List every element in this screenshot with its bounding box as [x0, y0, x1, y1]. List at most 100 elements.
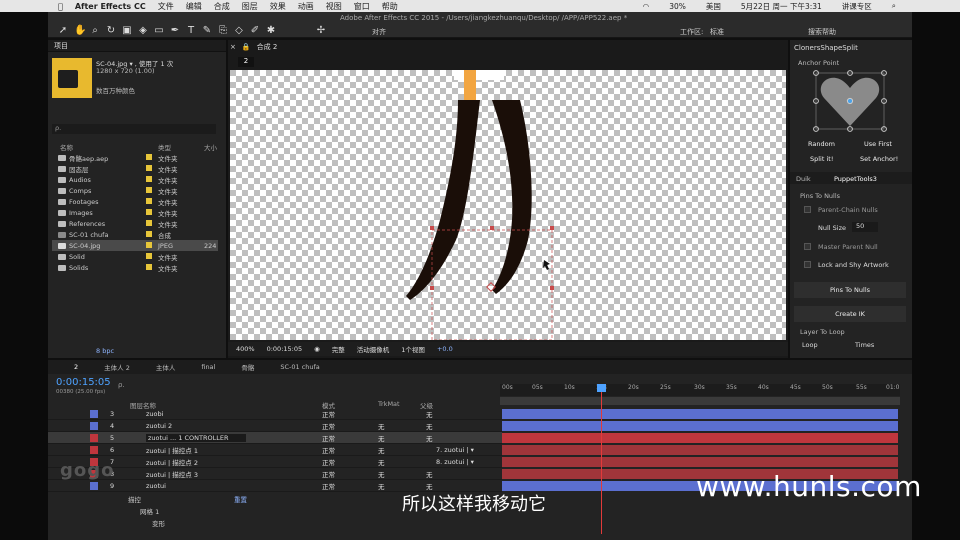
roto-tool-icon[interactable]: ✐ — [250, 26, 260, 36]
col-type[interactable]: 类型 — [158, 142, 171, 152]
layer-trkmat[interactable]: 无 — [378, 457, 385, 467]
create-ik-button[interactable]: Create IK — [794, 306, 906, 322]
layer-label-color[interactable] — [90, 481, 98, 490]
layer-parent[interactable]: 无 — [426, 481, 433, 491]
pen-tool-icon[interactable]: ✒ — [170, 26, 180, 36]
tab-puppettools[interactable]: PuppetTools3 — [834, 175, 877, 183]
search-icon[interactable]: ⌕ — [892, 1, 896, 11]
project-item-selected[interactable]: SC-04.jpg JPEG 224 — [52, 240, 218, 251]
playhead-handle[interactable] — [597, 384, 606, 392]
wifi-icon[interactable]: ◠ — [643, 2, 650, 11]
project-item[interactable]: Images 文件夹 — [52, 207, 218, 218]
layer-parent[interactable]: 无 — [426, 421, 433, 431]
layer-label-color[interactable] — [90, 433, 98, 442]
brush-tool-icon[interactable]: ✎ — [202, 26, 212, 36]
locale-label[interactable]: 美国 — [706, 1, 721, 12]
master-parent-checkbox[interactable] — [804, 243, 811, 250]
handle-tl[interactable] — [430, 226, 434, 230]
clone-tool-icon[interactable]: ⎘ — [218, 26, 228, 36]
comp-artwork[interactable] — [230, 70, 786, 340]
tab-sc01[interactable]: SC-01 chufa — [280, 363, 319, 371]
parent-chain-checkbox[interactable] — [804, 206, 811, 213]
layer-mode[interactable]: 正常 — [322, 469, 335, 479]
layer-parent[interactable]: 8. zuotui | ▾ — [436, 458, 474, 466]
layer-name[interactable]: zuobi — [146, 410, 246, 418]
col-trkmat[interactable]: TrkMat — [378, 400, 400, 408]
layer-row[interactable]: 4 zuotui 2 正常 无 无 — [48, 420, 502, 432]
layer-trkmat[interactable]: 无 — [378, 433, 385, 443]
layer-mode[interactable]: 正常 — [322, 481, 335, 491]
exposure-value[interactable]: +0.0 — [437, 345, 453, 353]
eraser-tool-icon[interactable]: ◇ — [234, 26, 244, 36]
project-tab[interactable]: 项目 — [54, 41, 68, 51]
comp-badge[interactable]: 2 — [238, 57, 254, 67]
reset-link[interactable]: 重置 — [234, 494, 247, 504]
tab-bones[interactable]: 骨骼 — [241, 362, 254, 372]
mesh-row[interactable]: 网格 1 — [140, 506, 159, 516]
camera-select[interactable]: 活动摄像机 — [357, 344, 390, 354]
layer-mode[interactable]: 正常 — [322, 433, 335, 443]
tab-main-2[interactable]: 主体人 2 — [104, 362, 130, 372]
comp-tab[interactable]: 合成 2 — [257, 42, 278, 52]
layer-row[interactable]: 7 zuotui | 描控点 2 正常 无 8. zuotui | ▾ — [48, 456, 502, 468]
handle-ml[interactable] — [430, 286, 434, 290]
menu-view[interactable]: 视图 — [326, 1, 342, 12]
project-item[interactable]: Audios 文件夹 — [52, 174, 218, 185]
layer-bar[interactable] — [502, 421, 898, 431]
layer-row[interactable]: 6 zuotui | 描控点 1 正常 无 7. zuotui | ▾ — [48, 444, 502, 456]
layer-trkmat[interactable]: 无 — [378, 481, 385, 491]
layer-bar[interactable] — [502, 457, 898, 467]
layer-bar[interactable] — [502, 445, 898, 455]
layer-mode[interactable]: 正常 — [322, 409, 335, 419]
views-select[interactable]: 1个视图 — [401, 344, 425, 354]
timeline-timecode[interactable]: 0:00:15:05 — [56, 377, 111, 388]
bpc-label[interactable]: 8 bpc — [96, 347, 114, 355]
tab-duik[interactable]: Duik — [796, 175, 811, 183]
layer-name[interactable]: zuotui 2 — [146, 422, 246, 430]
layer-parent[interactable]: 无 — [426, 469, 433, 479]
lock-icon[interactable]: 🔒 — [242, 43, 251, 51]
apple-icon[interactable]:  — [58, 2, 63, 11]
layer-mode[interactable]: 正常 — [322, 457, 335, 467]
close-icon[interactable]: × — [230, 43, 236, 51]
pins-to-nulls-button[interactable]: Pins To Nulls — [794, 282, 906, 298]
layer-name[interactable]: zuotui | 描控点 1 — [146, 445, 246, 455]
timeline-search-icon[interactable]: ρ. — [118, 381, 125, 389]
project-item[interactable]: 骨骼aep.aep 文件夹 — [52, 152, 218, 163]
layer-bar[interactable] — [502, 433, 898, 443]
camera-tool-icon[interactable]: ▣ — [122, 26, 132, 36]
help-search[interactable]: 搜索帮助 — [808, 27, 836, 37]
menu-help[interactable]: 帮助 — [382, 1, 398, 12]
loop-label[interactable]: Loop — [802, 341, 818, 349]
layer-name[interactable]: zuotui — [146, 482, 246, 490]
workspace-select[interactable]: 标准 — [710, 27, 724, 37]
resolution-select[interactable]: 完整 — [332, 344, 345, 354]
col-size[interactable]: 大小 — [204, 142, 217, 152]
project-item[interactable]: Solid 文件夹 — [52, 251, 218, 262]
layer-trkmat[interactable]: 无 — [378, 445, 385, 455]
layer-label-color[interactable] — [90, 409, 98, 418]
anchor-point-widget[interactable] — [812, 70, 888, 132]
layer-row-selected[interactable]: 5 zuotui ... 1 CONTROLLER 正常 无 无 — [48, 432, 502, 444]
menu-animation[interactable]: 动画 — [298, 1, 314, 12]
layer-trkmat[interactable]: 无 — [378, 421, 385, 431]
datetime-label[interactable]: 5月22日 周一 下午3:31 — [741, 1, 822, 12]
layer-name[interactable]: zuotui | 描控点 3 — [146, 469, 246, 479]
hand-tool-icon[interactable]: ✋ — [74, 26, 86, 36]
layer-mode[interactable]: 正常 — [322, 421, 335, 431]
layer-label-color[interactable] — [90, 445, 98, 454]
layer-row[interactable]: 8 zuotui | 描控点 3 正常 无 无 — [48, 468, 502, 480]
menu-file[interactable]: 文件 — [158, 1, 174, 12]
tab-comp-2[interactable]: 2 — [74, 363, 78, 371]
layer-parent[interactable]: 7. zuotui | ▾ — [436, 446, 474, 454]
project-search-input[interactable]: ρ. — [52, 124, 216, 134]
col-name[interactable]: 名称 — [60, 142, 73, 152]
split-button[interactable]: Split it! — [810, 155, 833, 163]
random-button[interactable]: Random — [808, 140, 835, 148]
null-size-input[interactable]: 50 — [852, 222, 878, 232]
tab-final[interactable]: final — [201, 363, 215, 371]
layer-bar[interactable] — [502, 409, 898, 419]
pan-behind-tool-icon[interactable]: ◈ — [138, 26, 148, 36]
handle-mr[interactable] — [550, 286, 554, 290]
menu-composition[interactable]: 合成 — [214, 1, 230, 12]
